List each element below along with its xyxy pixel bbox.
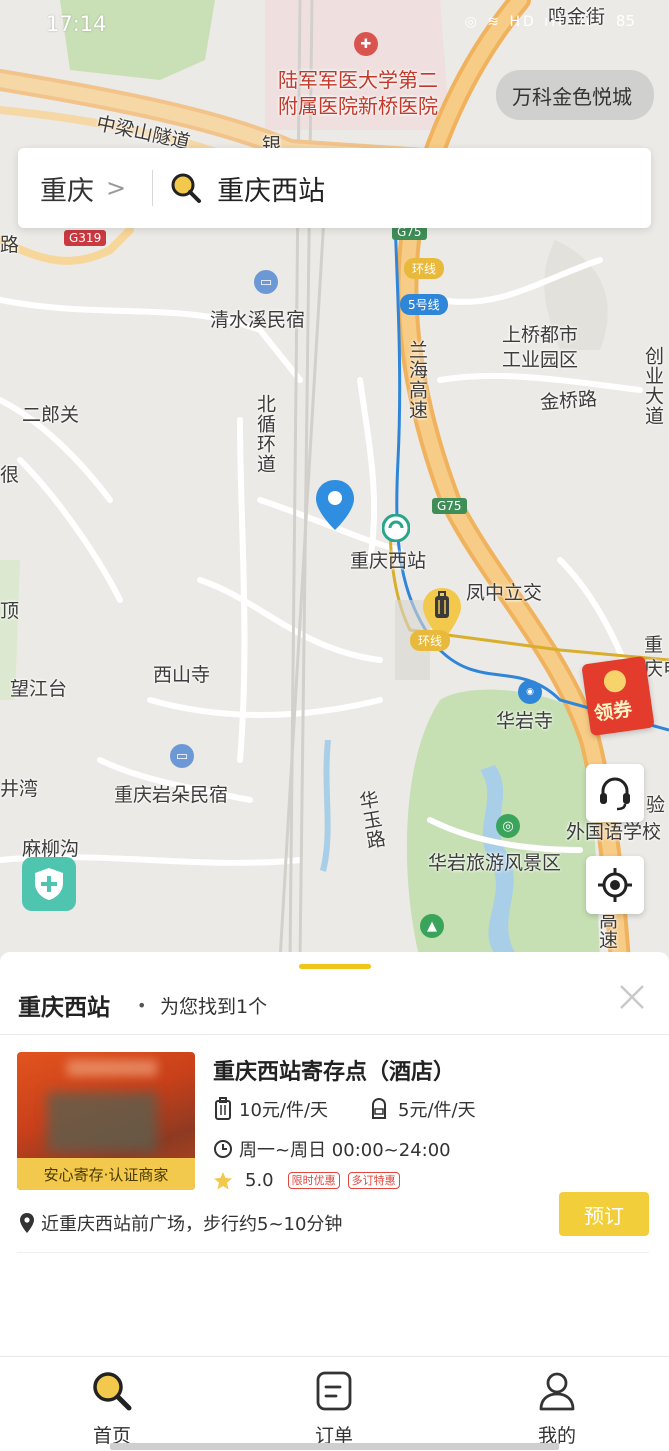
- map-label: 重庆西站: [350, 550, 427, 572]
- map-label: 高速: [596, 910, 618, 950]
- user-icon: [539, 1372, 575, 1411]
- results-sheet: 重庆西站 • 为您找到1个 安心寄存·认证商家 重庆西站寄存点（酒店） 10元/…: [0, 952, 669, 1356]
- suitcase-icon: [215, 1097, 231, 1120]
- location-info: 近重庆西站前广场，步行约5~10分钟: [19, 1210, 342, 1236]
- rating-value: 5.0: [245, 1170, 274, 1191]
- map-label: 工业园区: [502, 349, 579, 371]
- search-icon: [171, 173, 202, 203]
- road-badge: 环线: [410, 630, 451, 651]
- city-name: 重庆: [40, 175, 94, 207]
- certified-badge: 安心寄存·认证商家: [17, 1158, 195, 1190]
- hospital-label: 陆军军医大学第二: [278, 68, 438, 92]
- price-small-luggage: 5元/件/天: [368, 1096, 476, 1122]
- price-large-luggage: 10元/件/天: [213, 1096, 328, 1122]
- sheet-title: 重庆西站: [18, 995, 110, 1021]
- map-label: 兰海高速: [406, 340, 428, 420]
- map-label: 二郎关: [22, 404, 80, 426]
- map-label: 北循环道: [254, 394, 276, 474]
- map-label: 顶: [0, 600, 20, 622]
- hotel-icon: ▭: [170, 744, 194, 768]
- map-view[interactable]: 鸣金街 陆军军医大学第二 附属医院新桥医院 ✚ 中梁山隧道 银 路 G319 G…: [0, 0, 669, 960]
- battery-icon: 85: [615, 12, 635, 30]
- search-icon: [93, 1372, 132, 1411]
- store-name: 重庆西站寄存点（酒店）: [213, 1060, 456, 1085]
- separator-dot: •: [137, 996, 147, 1015]
- tab-mine[interactable]: 我的: [497, 1369, 617, 1448]
- coupon-button[interactable]: 领券: [581, 655, 655, 737]
- map-label: 井湾: [0, 778, 39, 800]
- tree-icon: ▲: [420, 914, 444, 938]
- book-button[interactable]: 预订: [559, 1192, 649, 1236]
- tab-orders[interactable]: 订单: [274, 1369, 394, 1448]
- hours-text: 周一~周日 00:00~24:00: [239, 1140, 451, 1161]
- price-large-text: 10元/件/天: [239, 1100, 329, 1121]
- sheet-drag-handle[interactable]: [299, 964, 371, 969]
- sheet-header: 重庆西站 • 为您找到1个: [0, 982, 669, 1035]
- location-text: 近重庆西站前广场，步行约5~10分钟: [41, 1214, 343, 1235]
- map-label: 很: [0, 464, 20, 486]
- rating-row: 5.0 限时优惠 多订特惠: [213, 1170, 408, 1191]
- search-bar[interactable]: 重庆 > 重庆西站: [18, 148, 651, 228]
- customer-service-button[interactable]: [586, 764, 644, 822]
- coupon-coin-icon: [602, 668, 628, 694]
- hospital-label: 附属医院新桥医院: [278, 94, 438, 118]
- train-station-icon: [382, 514, 410, 542]
- search-input[interactable]: 重庆西站: [217, 169, 325, 208]
- locate-button[interactable]: [586, 856, 644, 914]
- map-label: 重: [644, 634, 664, 656]
- locate-icon: [598, 868, 632, 902]
- star-icon: [214, 1171, 232, 1189]
- road-badge: G319: [64, 230, 107, 246]
- result-count: 为您找到1个: [160, 996, 268, 1018]
- divider: [17, 1252, 649, 1253]
- hotel-icon: ▭: [254, 270, 278, 294]
- tab-bar: 首页 订单 我的: [0, 1356, 669, 1451]
- coupon-label: 领券: [592, 698, 634, 726]
- location-pin-icon: [20, 1213, 34, 1233]
- map-label: 路: [0, 234, 20, 256]
- store-photo: 安心寄存·认证商家: [17, 1052, 195, 1190]
- map-label: 创业大道: [642, 346, 664, 426]
- scenic-icon: ◎: [496, 814, 520, 838]
- price-small-text: 5元/件/天: [398, 1100, 476, 1121]
- home-indicator: [110, 1443, 559, 1450]
- safety-button[interactable]: [22, 857, 76, 911]
- map-label: 望江台: [10, 678, 68, 700]
- chevron-right-icon: >: [106, 174, 127, 202]
- signal-icon: ◎ ≋ HD ıll ıll: [464, 14, 593, 30]
- result-card[interactable]: 安心寄存·认证商家 重庆西站寄存点（酒店） 10元/件/天 5元/件/天 周一~…: [0, 1052, 669, 1253]
- metro-badge: 5号线: [400, 294, 448, 315]
- opening-hours: 周一~周日 00:00~24:00: [213, 1136, 451, 1162]
- map-label: 华岩寺: [496, 710, 554, 732]
- map-label: 上桥都市: [502, 324, 579, 346]
- road-badge: G75: [432, 498, 467, 514]
- headset-icon: [600, 777, 630, 811]
- city-selector[interactable]: 重庆 >: [18, 148, 126, 228]
- map-label: 凤中立交: [466, 582, 543, 604]
- close-icon[interactable]: [617, 982, 647, 1012]
- map-label: 金桥路: [539, 388, 598, 414]
- order-icon: [316, 1371, 352, 1411]
- backpack-icon: [372, 1097, 386, 1119]
- landmark-chip-label: 万科金色悦城: [512, 84, 632, 109]
- road-badge: 环线: [404, 258, 445, 279]
- promo-tag: 多订特惠: [347, 1172, 400, 1189]
- metro-icon: ◉: [518, 680, 542, 704]
- map-label: 重庆岩朵民宿: [114, 784, 229, 806]
- shield-plus-icon: [35, 868, 63, 900]
- status-time: 17:14: [46, 12, 107, 36]
- map-label: 华岩旅游风景区: [428, 852, 562, 874]
- map-label: 验: [646, 794, 666, 816]
- map-label: 西山寺: [153, 664, 211, 686]
- search-divider: [152, 170, 154, 206]
- status-bar: 17:14 ◎ ≋ HD ıll ıll 85: [0, 0, 669, 50]
- location-pin-icon[interactable]: [314, 478, 356, 532]
- landmark-chip[interactable]: 万科金色悦城: [496, 70, 654, 120]
- map-label: 清水溪民宿: [210, 309, 306, 331]
- tab-home[interactable]: 首页: [52, 1369, 172, 1448]
- clock-icon: [214, 1140, 232, 1158]
- promo-tag: 限时优惠: [287, 1172, 340, 1189]
